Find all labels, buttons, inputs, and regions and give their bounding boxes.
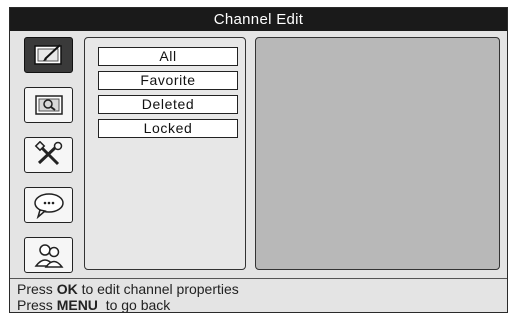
help-area: Press OK to edit channel properties Pres… (10, 279, 507, 313)
main-area: All Favorite Deleted Locked (10, 31, 507, 279)
users-icon (33, 244, 63, 268)
page-title: Channel Edit (10, 8, 507, 31)
help-text: Press (17, 297, 57, 313)
sidebar-item-users[interactable] (24, 237, 73, 273)
channel-list-panel: All Favorite Deleted Locked (84, 37, 246, 270)
help-key-menu: MENU (56, 297, 98, 313)
channel-edit-icon (33, 44, 62, 65)
icon-sidebar (20, 37, 80, 273)
sidebar-item-picture[interactable] (24, 87, 73, 123)
menu-item-locked[interactable]: Locked (98, 119, 238, 138)
help-text: to go back (97, 297, 171, 313)
tv-menu-screen: Channel Edit All Favorite Deleted Locked… (9, 7, 508, 313)
menu-item-favorite[interactable]: Favorite (98, 71, 238, 90)
picture-search-icon (34, 95, 63, 115)
preview-panel (255, 37, 500, 270)
sidebar-item-channel-edit[interactable] (24, 37, 73, 73)
speech-bubble-icon (33, 193, 64, 219)
help-line-ok: Press OK to edit channel properties (17, 281, 239, 297)
sidebar-item-tools[interactable] (24, 137, 73, 173)
tools-icon (34, 141, 62, 166)
help-line-menu: Press MENU to go back (17, 297, 171, 313)
help-key-ok: OK (56, 281, 78, 297)
help-text: Press (17, 281, 57, 297)
sidebar-item-information[interactable] (24, 187, 73, 223)
menu-item-all[interactable]: All (98, 47, 238, 66)
help-text: to edit channel properties (77, 281, 239, 297)
menu-item-deleted[interactable]: Deleted (98, 95, 238, 114)
